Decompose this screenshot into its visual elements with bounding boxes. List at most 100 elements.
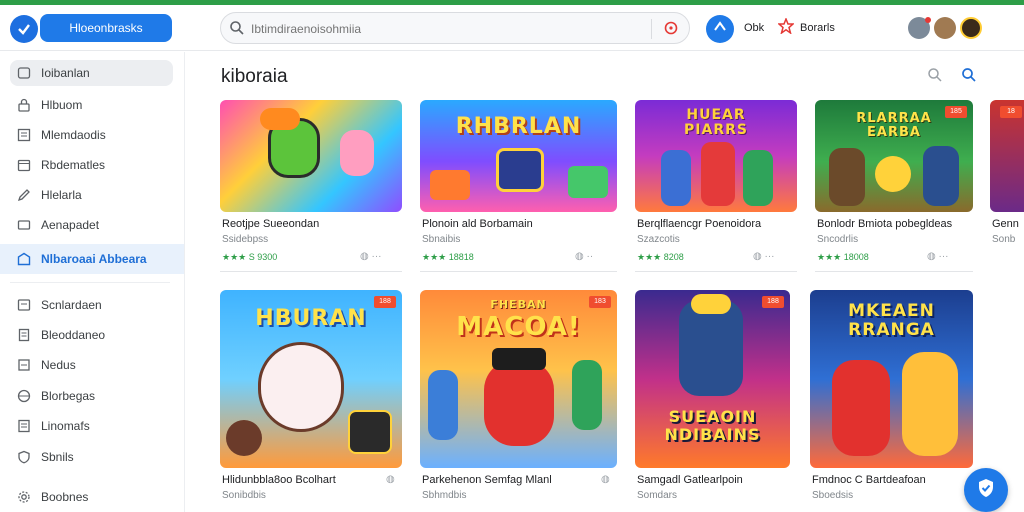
app-thumbnail[interactable]: 188 SUEAOIN NDIBAINS: [635, 290, 790, 468]
lens-icon[interactable]: [663, 20, 679, 41]
app-thumbnail[interactable]: HBURAN 188: [220, 290, 402, 468]
app-rating: ★★★ 8208: [637, 252, 684, 262]
search-icon[interactable]: [927, 67, 943, 88]
app-card[interactable]: FHEBAN MACOA! 183 Parkehenon Semfag Mlan…: [420, 290, 617, 512]
app-card[interactable]: 188 SUEAOIN NDIBAINS Samgadl Gatlearlpoi…: [635, 290, 790, 512]
sidebar-item-11[interactable]: Linomafs: [10, 413, 173, 439]
search-icon[interactable]: [961, 67, 977, 88]
lock-icon: [17, 98, 31, 112]
app-thumbnail[interactable]: HUEAR PIARRS: [635, 100, 797, 212]
cloud-icon: [713, 20, 727, 39]
grid-icon: [17, 128, 31, 142]
app-thumbnail[interactable]: FHEBAN MACOA! 183: [420, 290, 617, 468]
app-card[interactable]: HUEAR PIARRS Berqlflaencgr Poenoidora Sz…: [635, 100, 797, 275]
app-card[interactable]: Reotjpe Sueeondan Ssidebpss ★★★ S 9300 ◍…: [220, 100, 402, 275]
sidebar-item-1[interactable]: Hlbuom: [10, 92, 173, 118]
thumbnail-title: RHBRLAN: [455, 114, 582, 139]
thumbnail-title: MACOA!: [456, 312, 581, 342]
sidebar-item-2[interactable]: Mlemdaodis: [10, 122, 173, 148]
app-developer: Szazcotis: [637, 234, 680, 245]
app-title[interactable]: Samgadl Gatlearlpoin: [637, 474, 743, 486]
app-thumbnail[interactable]: RHBRLAN: [420, 100, 617, 212]
sidebar-item-0[interactable]: Ioibanlan: [10, 60, 173, 86]
app-title[interactable]: Berqlflaencgr Poenoidora: [637, 218, 761, 230]
store-icon: [17, 252, 31, 266]
app-badge: 188: [762, 296, 784, 308]
app-card[interactable]: RHBRLAN Plonoin ald Borbamain Sbnaibis ★…: [420, 100, 617, 275]
page-title: kiboraia: [221, 66, 288, 87]
sidebar-item-label: Hlbuom: [41, 98, 83, 112]
verified-action-button[interactable]: [964, 468, 1008, 512]
card-divider: [635, 271, 797, 272]
more-options-icon[interactable]: ◍ ··: [575, 251, 593, 262]
more-options-icon[interactable]: ◍ ···: [360, 251, 382, 262]
sidebar-item-4[interactable]: Hlelarla: [10, 182, 173, 208]
app-developer: Somdars: [637, 490, 678, 501]
sidebar-item-8[interactable]: Bleoddaneo: [10, 322, 173, 348]
avatar[interactable]: [960, 17, 982, 39]
sidebar-item-label: Scnlardaen: [41, 298, 102, 312]
more-options-icon[interactable]: ◍ ···: [927, 251, 949, 262]
sidebar-item-5[interactable]: Aenapadet: [10, 212, 173, 238]
app-title[interactable]: Reotjpe Sueeondan: [222, 218, 319, 230]
app-developer: Sncodrlis: [817, 234, 859, 245]
more-options-icon[interactable]: ◍: [601, 474, 610, 485]
shield-check-icon: [975, 477, 997, 504]
app-card[interactable]: MKEAEN RRANGA Fmdnoc C Bartdeafoan Sboed…: [810, 290, 973, 512]
app-title[interactable]: Bonlodr Bmiota pobegldeas: [817, 218, 952, 230]
sidebar-item-label: Boobnes: [41, 490, 89, 504]
app-name-button[interactable]: Hloeonbrasks: [40, 14, 172, 42]
account-sync-button[interactable]: [706, 15, 734, 43]
sidebar-item-7[interactable]: Scnlardaen: [10, 292, 173, 318]
sidebar-item-6[interactable]: Nlbaroaai Abbeara: [0, 244, 184, 274]
sidebar-item-label: Sbnils: [41, 450, 74, 464]
sidebar-item-9[interactable]: Nedus: [10, 352, 173, 378]
app-title[interactable]: Parkehenon Semfag Mlanl: [422, 474, 552, 486]
star-icon[interactable]: [777, 16, 795, 39]
app-card[interactable]: HBURAN 188 Hlidunbbla8oo Bcolhart Sonibd…: [220, 290, 402, 512]
sidebar-item-12[interactable]: Sbnils: [10, 444, 173, 470]
search-input[interactable]: [251, 19, 651, 39]
top-header: Hloeonbrasks Obk Borarls: [0, 5, 1024, 51]
search-icon: [229, 20, 245, 41]
sidebar-item-10[interactable]: Blorbegas: [10, 383, 173, 409]
more-options-icon[interactable]: ◍: [386, 474, 395, 485]
app-thumbnail[interactable]: 18: [990, 100, 1024, 212]
header-action-label-2[interactable]: Borarls: [800, 22, 835, 34]
header-action-label[interactable]: Obk: [744, 22, 764, 34]
card-divider: [815, 271, 973, 272]
sidebar-item-label: Mlemdaodis: [41, 128, 106, 142]
notification-dot: [925, 17, 931, 23]
document-icon: [17, 328, 31, 342]
app-rating: ★★★ S 9300: [222, 252, 278, 262]
search-bar[interactable]: [220, 12, 690, 44]
app-developer: Sbnaibis: [422, 234, 461, 245]
app-title[interactable]: Plonoin ald Borbamain: [422, 218, 533, 230]
app-developer: Sonb: [992, 234, 1016, 245]
note-icon: [17, 358, 31, 372]
app-badge: 185: [945, 106, 967, 118]
sidebar-item-label: Ioibanlan: [41, 66, 90, 80]
app-title[interactable]: Hlidunbbla8oo Bcolhart: [222, 474, 336, 486]
avatar[interactable]: [934, 17, 956, 39]
app-thumbnail[interactable]: RLARRAA EARBA 185: [815, 100, 973, 212]
app-thumbnail[interactable]: MKEAEN RRANGA: [810, 290, 973, 468]
sidebar-item-label: Linomafs: [41, 419, 90, 433]
app-card[interactable]: 18 Genn Sonb: [990, 100, 1024, 275]
more-options-icon[interactable]: ◍ ···: [753, 251, 775, 262]
sidebar-item-13[interactable]: Boobnes: [10, 484, 173, 510]
card-divider: [220, 271, 402, 272]
thumbnail-title: MKEAEN RRANGA: [848, 301, 935, 340]
thumbnail-title: SUEAOIN NDIBAINS: [664, 407, 761, 444]
app-card[interactable]: RLARRAA EARBA 185 Bonlodr Bmiota pobegld…: [815, 100, 973, 275]
sidebar: Ioibanlan Hlbuom Mlemdaodis Rbdematles H…: [0, 52, 185, 512]
app-badge: 183: [589, 296, 611, 308]
app-logo-icon[interactable]: [10, 15, 38, 43]
sidebar-item-3[interactable]: Rbdematles: [10, 152, 173, 178]
app-title[interactable]: Fmdnoc C Bartdeafoan: [812, 474, 926, 486]
settings-icon: [17, 490, 31, 504]
app-rating: ★★★ 18818: [422, 252, 474, 262]
app-title[interactable]: Genn: [992, 218, 1019, 230]
app-thumbnail[interactable]: [220, 100, 402, 212]
sidebar-item-label: Nedus: [41, 358, 76, 372]
